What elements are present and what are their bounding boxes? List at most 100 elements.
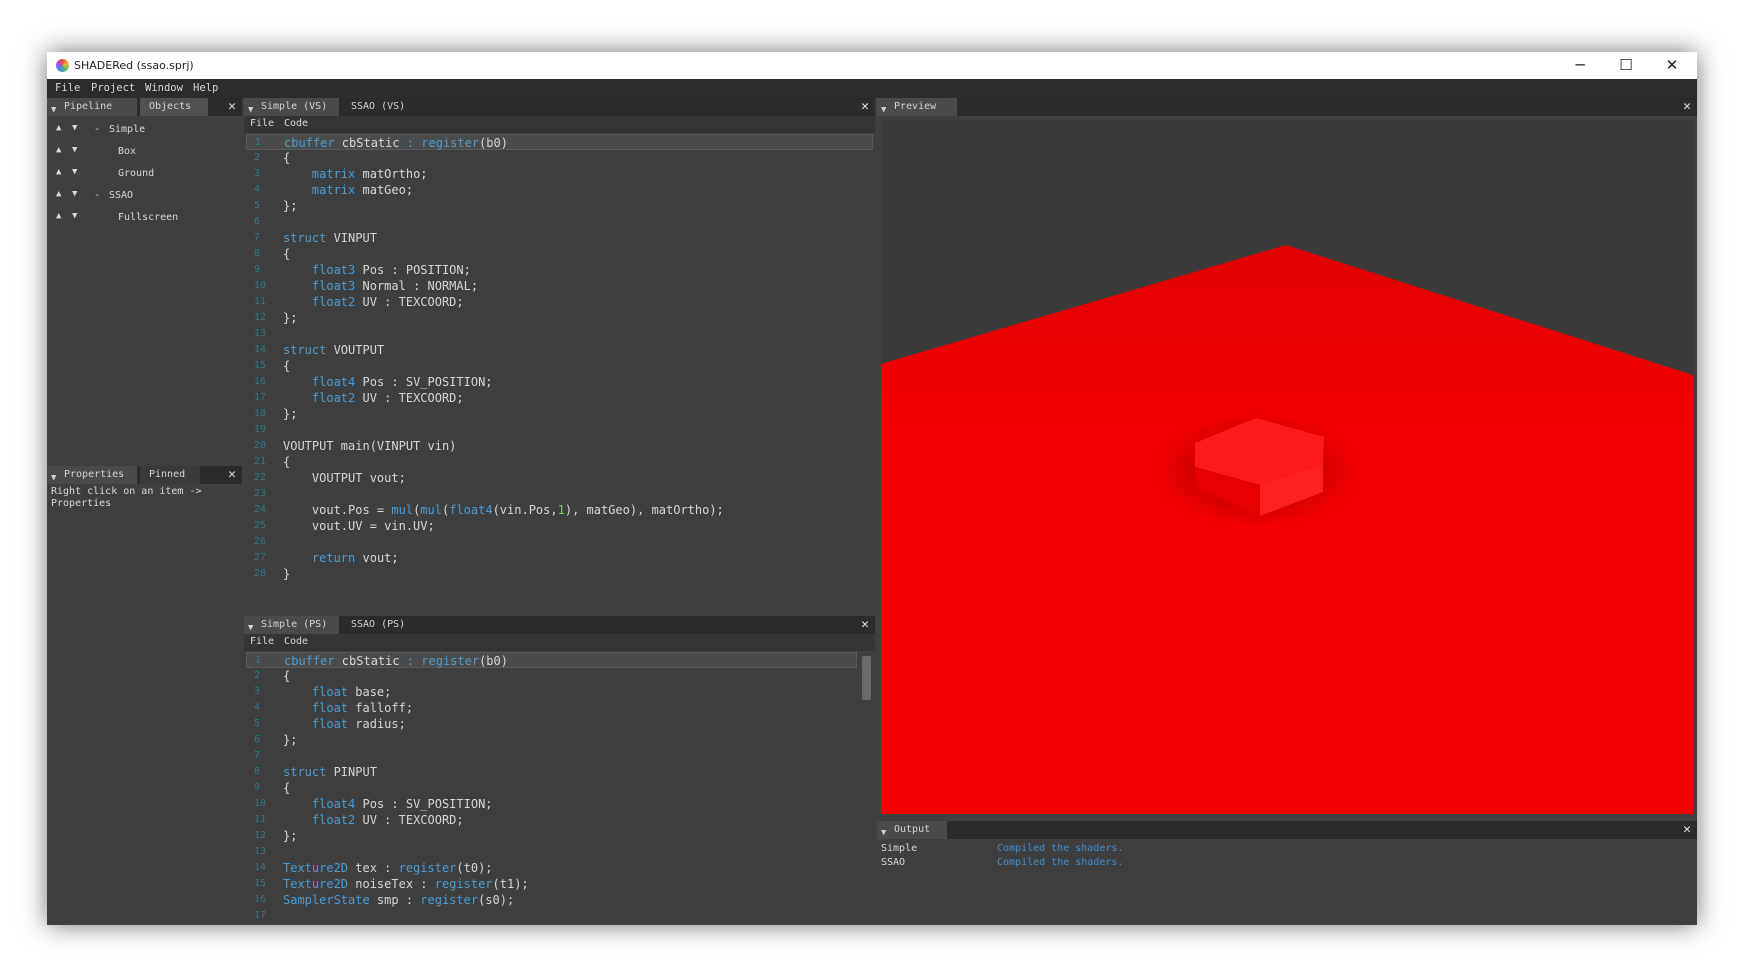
code-text: float base; — [311, 685, 392, 699]
line-number: 10 — [254, 798, 267, 809]
tab-simple-vs-label: Simple (VS) — [261, 101, 328, 112]
tab-ssao-vs-label: SSAO (VS) — [351, 101, 406, 112]
line-number: 10 — [254, 280, 267, 291]
collapse-icon[interactable]: - — [94, 124, 100, 135]
code-text: Texture2D noiseTex : register(t1); — [283, 877, 529, 891]
properties-close-icon[interactable]: ✕ — [228, 466, 236, 484]
code-text: float radius; — [311, 717, 406, 731]
code-text: } — [283, 567, 291, 581]
pipeline-item[interactable]: ▲ ▼ - SSAO — [47, 186, 237, 206]
move-down-icon[interactable]: ▼ — [72, 189, 77, 199]
pipeline-close-icon[interactable]: ✕ — [228, 98, 236, 116]
output-message: Compiled the shaders. — [997, 857, 1124, 868]
output-message: Compiled the shaders. — [997, 843, 1124, 854]
close-window-button[interactable]: ✕ — [1649, 52, 1695, 79]
code-line: 25 vout.UV = vin.UV; — [246, 518, 873, 534]
move-down-icon[interactable]: ▼ — [72, 167, 77, 177]
line-number: 5 — [254, 718, 261, 729]
code-text: return vout; — [311, 551, 399, 565]
ps-menu-file[interactable]: File — [250, 636, 274, 647]
ps-scrollbar[interactable] — [862, 656, 871, 700]
tab-ssao-vs[interactable]: SSAO (VS) — [342, 98, 422, 116]
tab-properties[interactable]: ▼ Properties — [47, 466, 137, 484]
move-up-icon[interactable]: ▲ — [56, 211, 61, 221]
tab-pipeline[interactable]: ▼ Pipeline — [47, 98, 137, 116]
tab-simple-ps[interactable]: ▼ Simple (PS) — [244, 616, 339, 634]
tab-objects[interactable]: Objects — [140, 98, 208, 116]
menu-project[interactable]: Project — [91, 82, 135, 94]
line-number: 12 — [254, 830, 267, 841]
vs-code-area[interactable]: 1 cbuffer cbStatic : register(b0) 2{3 matr… — [246, 134, 873, 614]
tab-preview[interactable]: ▼ Preview — [877, 98, 957, 116]
move-down-icon[interactable]: ▼ — [72, 145, 77, 155]
line-number: 17 — [254, 910, 267, 921]
tab-ssao-ps[interactable]: SSAO (PS) — [342, 616, 422, 634]
move-down-icon[interactable]: ▼ — [72, 123, 77, 133]
menu-window[interactable]: Window — [145, 82, 183, 94]
line-number: 6 — [254, 734, 261, 745]
pipeline-item[interactable]: ▲ ▼ - Simple — [47, 120, 237, 140]
code-text: struct VINPUT — [283, 231, 377, 245]
minimize-button[interactable]: ─ — [1557, 52, 1603, 79]
code-text: float4 Pos : SV_POSITION; — [311, 375, 493, 389]
move-up-icon[interactable]: ▲ — [56, 123, 61, 133]
tab-pinned[interactable]: Pinned — [140, 466, 200, 484]
tab-dropdown-icon[interactable]: ▼ — [881, 824, 886, 842]
menu-file[interactable]: File — [55, 82, 80, 94]
maximize-button[interactable]: ☐ — [1603, 52, 1649, 79]
ps-editor-panel: ▼ Simple (PS) SSAO (PS) ✕ File Code 1 cbu… — [244, 616, 875, 925]
code-text: { — [283, 151, 291, 165]
ps-close-icon[interactable]: ✕ — [861, 616, 869, 634]
properties-panel: ▼ Properties Pinned ✕ Right click on an … — [47, 466, 242, 925]
line-number: 3 — [254, 686, 261, 697]
line-number: 4 — [254, 184, 261, 195]
pipeline-item-label: Ground — [118, 168, 155, 179]
output-source: Simple — [881, 843, 918, 854]
vs-close-icon[interactable]: ✕ — [861, 98, 869, 116]
collapse-icon[interactable]: - — [94, 190, 100, 201]
tab-dropdown-icon[interactable]: ▼ — [51, 101, 56, 119]
code-text: VOUTPUT vout; — [283, 471, 406, 485]
pipeline-item-label: Box — [118, 146, 137, 157]
code-text: struct PINPUT — [283, 765, 377, 779]
pipeline-item[interactable]: ▲ ▼ Box — [47, 142, 237, 162]
vs-editor-menubar: File Code — [244, 116, 875, 133]
code-text: float2 UV : TEXCOORD; — [311, 391, 464, 405]
code-text: { — [283, 247, 291, 261]
tab-dropdown-icon[interactable]: ▼ — [51, 469, 56, 487]
code-line: 5}; — [246, 198, 873, 214]
ps-menu-code[interactable]: Code — [284, 636, 308, 647]
ps-tabbar: ▼ Simple (PS) SSAO (PS) ✕ — [244, 616, 875, 634]
move-up-icon[interactable]: ▲ — [56, 189, 61, 199]
move-up-icon[interactable]: ▲ — [56, 145, 61, 155]
preview-viewport[interactable] — [881, 120, 1693, 814]
menu-help[interactable]: Help — [193, 82, 218, 94]
tab-output[interactable]: ▼ Output — [877, 821, 947, 839]
vs-tabbar: ▼ Simple (VS) SSAO (VS) ✕ — [244, 98, 875, 116]
code-line: 24 vout.Pos = mul(mul(float4(vin.Pos,1),… — [246, 502, 873, 518]
preview-close-icon[interactable]: ✕ — [1683, 98, 1691, 116]
move-up-icon[interactable]: ▲ — [56, 167, 61, 177]
code-line: 6}; — [246, 732, 857, 748]
properties-hint: Right click on an item -> Properties — [51, 486, 202, 509]
output-close-icon[interactable]: ✕ — [1683, 821, 1691, 839]
code-line: 8 struct PINPUT — [246, 764, 857, 780]
vs-menu-file[interactable]: File — [250, 118, 274, 129]
pipeline-item[interactable]: ▲ ▼ Fullscreen — [47, 208, 237, 228]
pipeline-item-label: SSAO — [109, 190, 134, 201]
tab-preview-label: Preview — [894, 101, 937, 112]
vs-menu-code[interactable]: Code — [284, 118, 308, 129]
code-line: 15 { — [246, 358, 873, 374]
tab-dropdown-icon[interactable]: ▼ — [881, 101, 886, 119]
ps-editor-menubar: File Code — [244, 634, 875, 651]
ps-code-area[interactable]: 1 cbuffer cbStatic : register(b0) 2{3 floa… — [246, 652, 857, 925]
code-line: 17 float2 UV : TEXCOORD; — [246, 390, 873, 406]
code-text: vout.Pos = mul(mul(float4(vin.Pos,1), ma… — [283, 503, 724, 517]
code-line: 13 — [246, 326, 873, 342]
code-text: matrix matOrtho; — [311, 167, 428, 181]
code-line: 12}; — [246, 828, 857, 844]
pipeline-item[interactable]: ▲ ▼ Ground — [47, 164, 237, 184]
tab-simple-vs[interactable]: ▼ Simple (VS) — [244, 98, 339, 116]
code-text: SamplerState smp : register(s0); — [283, 893, 515, 907]
move-down-icon[interactable]: ▼ — [72, 211, 77, 221]
